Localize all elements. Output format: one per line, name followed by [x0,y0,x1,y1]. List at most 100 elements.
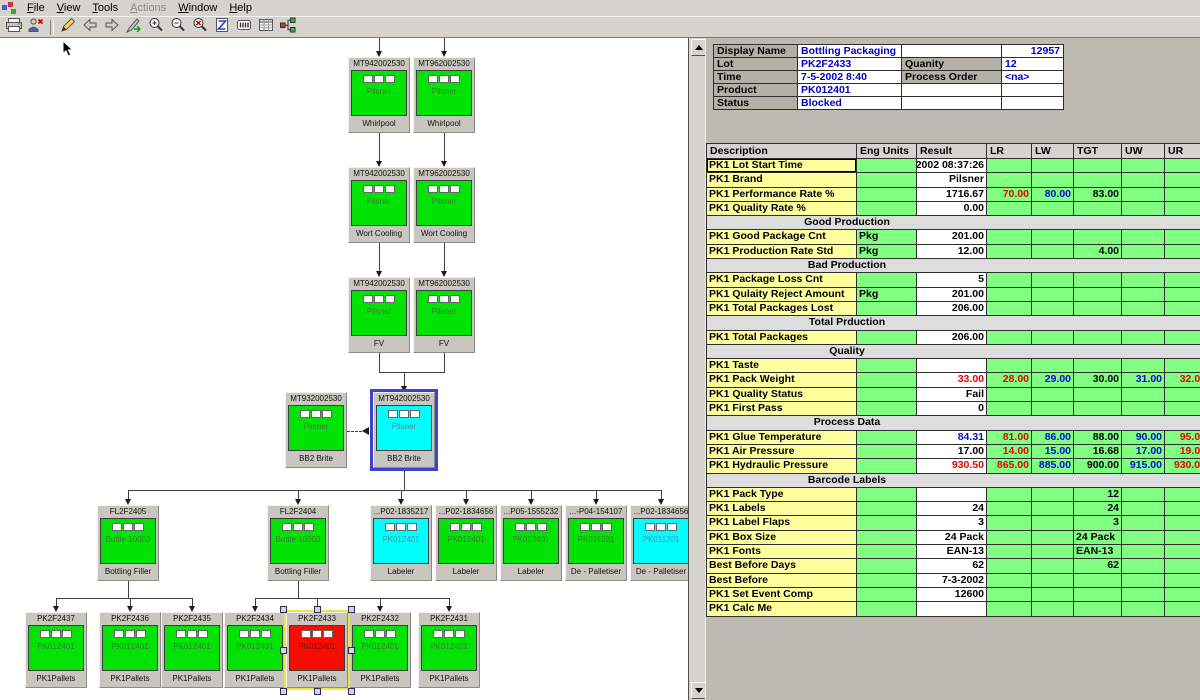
tree-node-w1[interactable]: MT942002530PilsnerWhirlpool [348,57,410,133]
tree-node-w2[interactable]: MT962002530PilsnerWhirlpool [413,57,475,133]
lr-cell[interactable] [987,588,1032,602]
units-cell[interactable] [857,388,917,402]
units-cell[interactable]: Pkg [857,230,917,244]
lw-cell[interactable] [1032,173,1074,187]
lw-cell[interactable]: 86.00 [1032,431,1074,445]
lw-cell[interactable] [1032,602,1074,616]
tgt-cell[interactable] [1074,173,1122,187]
uw-cell[interactable] [1122,288,1165,302]
uw-cell[interactable] [1122,588,1165,602]
desc-cell[interactable]: Best Before Days [707,559,857,573]
lr-cell[interactable] [987,202,1032,216]
desc-cell[interactable]: PK1 Pack Weight [707,373,857,387]
selection-handle[interactable] [314,688,321,695]
uw-cell[interactable] [1122,574,1165,588]
lr-cell[interactable] [987,331,1032,345]
barcode-button[interactable] [233,18,255,37]
lw-cell[interactable] [1032,488,1074,502]
lr-cell[interactable] [987,288,1032,302]
units-cell[interactable] [857,302,917,316]
units-cell[interactable] [857,431,917,445]
lw-cell[interactable]: 29.00 [1032,373,1074,387]
tree-node-p33[interactable]: PK2F2433PK012401PK1Pallets [286,612,348,688]
tgt-cell[interactable]: 24 Pack [1074,531,1122,545]
lr-cell[interactable] [987,516,1032,530]
result-cell[interactable] [917,359,987,373]
desc-cell[interactable]: PK1 Brand [707,173,857,187]
lw-cell[interactable] [1032,588,1074,602]
back-arrow-button[interactable] [79,18,101,37]
tree-node-g[interactable]: MT932002530PilsnerBB2 Brite [285,392,347,468]
result-cell[interactable] [917,488,987,502]
units-cell[interactable] [857,459,917,473]
lr-cell[interactable]: 70.00 [987,188,1032,202]
uw-cell[interactable] [1122,188,1165,202]
result-cell[interactable]: 206.00 [917,331,987,345]
units-cell[interactable] [857,445,917,459]
menu-tools[interactable]: Tools [86,1,124,15]
tgt-cell[interactable] [1074,574,1122,588]
tgt-cell[interactable] [1074,159,1122,173]
uw-cell[interactable] [1122,388,1165,402]
tgt-cell[interactable] [1074,388,1122,402]
uw-cell[interactable] [1122,245,1165,259]
report-button[interactable] [211,18,233,37]
goto-button[interactable] [123,18,145,37]
desc-cell[interactable]: PK1 Calc Me [707,602,857,616]
lr-cell[interactable] [987,488,1032,502]
tgt-cell[interactable] [1074,402,1122,416]
tree-node-p32[interactable]: PK2F2432PK012401PK1Pallets [349,612,411,688]
lr-cell[interactable] [987,574,1032,588]
lr-cell[interactable] [987,531,1032,545]
desc-cell[interactable]: PK1 Pack Type [707,488,857,502]
units-cell[interactable] [857,559,917,573]
ur-cell[interactable] [1165,173,1200,187]
desc-cell[interactable]: PK1 Taste [707,359,857,373]
ur-cell[interactable] [1165,602,1200,616]
selection-handle[interactable] [280,688,287,695]
uw-cell[interactable] [1122,202,1165,216]
ur-cell[interactable] [1165,288,1200,302]
tree-node-p31[interactable]: PK2F2431PK012401PK1Pallets [418,612,480,688]
tree-node-dp1[interactable]: ...-P04-154107PK011201De - Palletiser [565,505,627,581]
result-cell[interactable]: 17.00 [917,445,987,459]
desc-cell[interactable]: PK1 Box Size [707,531,857,545]
lw-cell[interactable] [1032,302,1074,316]
result-cell[interactable]: 62 [917,559,987,573]
ur-cell[interactable] [1165,188,1200,202]
ur-cell[interactable] [1165,331,1200,345]
uw-cell[interactable]: 915.00 [1122,459,1165,473]
lw-cell[interactable] [1032,359,1074,373]
lw-cell[interactable]: 80.00 [1032,188,1074,202]
uw-cell[interactable] [1122,173,1165,187]
lw-cell[interactable] [1032,331,1074,345]
forward-arrow-button[interactable] [101,18,123,37]
lw-cell[interactable] [1032,502,1074,516]
lr-cell[interactable] [987,245,1032,259]
uw-cell[interactable]: 17.00 [1122,445,1165,459]
tgt-cell[interactable] [1074,288,1122,302]
selection-handle[interactable] [348,688,355,695]
result-cell[interactable]: 12600 [917,588,987,602]
desc-cell[interactable]: PK1 Air Pressure [707,445,857,459]
column-header[interactable]: Result [917,144,987,159]
tgt-cell[interactable] [1074,302,1122,316]
uw-cell[interactable] [1122,273,1165,287]
printer-button[interactable] [3,18,25,37]
tree-node-p37[interactable]: PK2F2437PK012401PK1Pallets [25,612,87,688]
units-cell[interactable] [857,502,917,516]
tree-node-l2[interactable]: ...P02-1834656PK012401Labeler [435,505,497,581]
tree-node-p36[interactable]: PK2F2436PK012401PK1Pallets [99,612,161,688]
result-cell[interactable]: Pilsner [917,173,987,187]
result-cell[interactable]: 201.00 [917,230,987,244]
result-cell[interactable]: 1716.67 [917,188,987,202]
result-cell[interactable]: Fail [917,388,987,402]
tgt-cell[interactable]: EAN-13 [1074,545,1122,559]
tgt-cell[interactable] [1074,273,1122,287]
uw-cell[interactable]: 90.00 [1122,431,1165,445]
ur-cell[interactable] [1165,402,1200,416]
desc-cell[interactable]: PK1 Lot Start Time [707,159,857,173]
uw-cell[interactable] [1122,359,1165,373]
lw-cell[interactable] [1032,531,1074,545]
lr-cell[interactable] [987,359,1032,373]
